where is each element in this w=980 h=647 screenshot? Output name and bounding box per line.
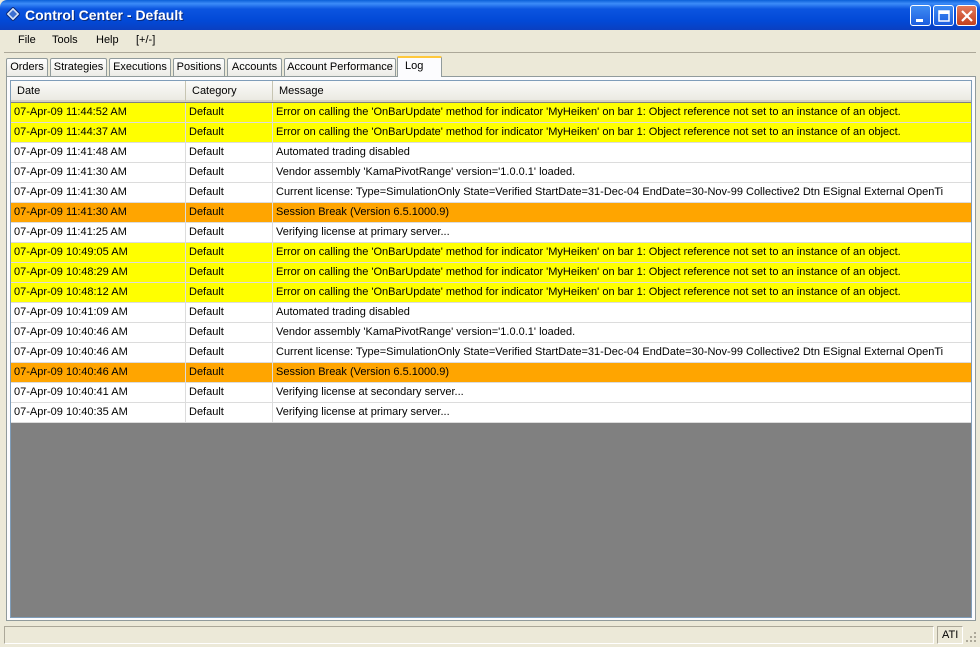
column-header-date[interactable]: Date [11,81,186,102]
cell-date: 07-Apr-09 11:41:30 AM [11,203,186,223]
cell-message: Verifying license at primary server... [276,406,450,418]
cell-date: 07-Apr-09 11:44:37 AM [11,123,186,143]
close-button[interactable] [956,5,977,26]
table-row[interactable]: 07-Apr-09 11:41:30 AM Default Current lice… [11,183,971,203]
cell-message: Error on calling the 'OnBarUpdate' metho… [276,286,901,298]
cell-message: Verifying license at primary server... [276,226,450,238]
tab-account-performance[interactable]: Account Performance [284,58,396,76]
close-icon [961,10,973,22]
table-row[interactable]: 07-Apr-09 10:40:46 AM Default Current lice… [11,343,971,363]
cell-message: Verifying license at secondary server... [276,386,464,398]
cell-category: Default [186,163,273,183]
table-row[interactable]: 07-Apr-09 11:41:48 AM Default Automated tr… [11,143,971,163]
cell-date: 07-Apr-09 11:44:52 AM [11,103,186,123]
cell-category: Default [186,203,273,223]
cell-category: Default [186,323,273,343]
cell-category: Default [186,103,273,123]
cell-date: 07-Apr-09 10:40:46 AM [11,323,186,343]
cell-category: Default [186,303,273,323]
menu-bar: File Tools Help [+/-] [4,30,976,53]
cell-date: 07-Apr-09 10:40:41 AM [11,383,186,403]
menu-tools[interactable]: Tools [52,34,78,46]
table-row[interactable]: 07-Apr-09 11:41:30 AM Default Vendor assem… [11,163,971,183]
cell-category: Default [186,383,273,403]
cell-message: Error on calling the 'OnBarUpdate' metho… [276,266,901,278]
table-row[interactable]: 07-Apr-09 10:40:35 AM Default Verifying li… [11,403,971,423]
cell-category: Default [186,283,273,303]
cell-category: Default [186,343,273,363]
column-header-category[interactable]: Category [186,81,273,102]
cell-category: Default [186,143,273,163]
table-row[interactable]: 07-Apr-09 10:40:41 AM Default Verifying li… [11,383,971,403]
cell-message: Error on calling the 'OnBarUpdate' metho… [276,126,901,138]
grid-header: Date Category Message [11,81,971,102]
cell-date: 07-Apr-09 11:41:25 AM [11,223,186,243]
resize-grip-icon[interactable] [965,631,977,643]
column-header-message[interactable]: Message [273,81,971,102]
cell-message: Error on calling the 'OnBarUpdate' metho… [276,246,901,258]
table-row[interactable]: 07-Apr-09 10:41:09 AM Default Automated tr… [11,303,971,323]
cell-message: Current license: Type=SimulationOnly Sta… [276,186,944,198]
cell-category: Default [186,123,273,143]
table-row[interactable]: 07-Apr-09 11:44:52 AM Default Error on cal… [11,103,971,123]
status-bar: ATI [0,623,980,647]
tab-executions[interactable]: Executions [109,58,171,76]
cell-category: Default [186,403,273,423]
app-icon [6,7,20,21]
cell-date: 07-Apr-09 11:41:48 AM [11,143,186,163]
menu-file[interactable]: File [18,34,36,46]
cell-message: Vendor assembly 'KamaPivotRange' version… [276,166,576,178]
table-row[interactable]: 07-Apr-09 10:48:12 AM Default Error on cal… [11,283,971,303]
status-message-area [4,626,934,644]
cell-message: Automated trading disabled [276,306,410,318]
minimize-icon [916,19,923,22]
menu-toggle[interactable]: [+/-] [136,34,155,46]
table-row[interactable]: 07-Apr-09 10:48:29 AM Default Error on cal… [11,263,971,283]
cell-date: 07-Apr-09 10:40:46 AM [11,363,186,383]
cell-category: Default [186,183,273,203]
tab-log[interactable]: Log [397,56,442,77]
tab-orders[interactable]: Orders [6,58,48,76]
title-bar[interactable]: Control Center - Default [0,0,980,30]
cell-message: Session Break (Version 6.5.1000.9) [276,206,450,218]
cell-category: Default [186,243,273,263]
cell-category: Default [186,363,273,383]
maximize-button[interactable] [933,5,954,26]
cell-date: 07-Apr-09 10:41:09 AM [11,303,186,323]
cell-date: 07-Apr-09 11:41:30 AM [11,163,186,183]
maximize-icon [938,10,950,22]
tab-accounts[interactable]: Accounts [227,58,282,76]
cell-date: 07-Apr-09 10:40:46 AM [11,343,186,363]
table-row[interactable]: 07-Apr-09 11:41:25 AM Default Verifying li… [11,223,971,243]
table-row[interactable]: 07-Apr-09 10:40:46 AM Default Vendor assem… [11,323,971,343]
tab-strip: Orders Strategies Executions Positions A… [6,56,972,77]
cell-category: Default [186,223,273,243]
log-grid[interactable]: Date Category Message 07-Apr-09 11:44:52… [10,80,972,618]
cell-message: Current license: Type=SimulationOnly Sta… [276,346,944,358]
table-row[interactable]: 07-Apr-09 10:40:46 AM Default Session Brea… [11,363,971,383]
cell-message: Error on calling the 'OnBarUpdate' metho… [276,106,901,118]
cell-message: Session Break (Version 6.5.1000.9) [276,366,450,378]
table-row[interactable]: 07-Apr-09 11:44:37 AM Default Error on cal… [11,123,971,143]
tab-strategies[interactable]: Strategies [50,58,107,76]
cell-date: 07-Apr-09 10:48:29 AM [11,263,186,283]
tab-panel: Date Category Message 07-Apr-09 11:44:52… [6,76,976,621]
menu-help[interactable]: Help [96,34,119,46]
cell-message: Vendor assembly 'KamaPivotRange' version… [276,326,576,338]
cell-date: 07-Apr-09 10:49:05 AM [11,243,186,263]
table-row[interactable]: 07-Apr-09 10:49:05 AM Default Error on cal… [11,243,971,263]
cell-date: 07-Apr-09 11:41:30 AM [11,183,186,203]
cell-category: Default [186,263,273,283]
menu-divider [4,52,976,53]
connection-status: ATI [937,626,963,644]
cell-date: 07-Apr-09 10:48:12 AM [11,283,186,303]
cell-message: Automated trading disabled [276,146,410,158]
window-title: Control Center - Default [25,7,183,23]
table-row[interactable]: 07-Apr-09 11:41:30 AM Default Session Brea… [11,203,971,223]
cell-date: 07-Apr-09 10:40:35 AM [11,403,186,423]
minimize-button[interactable] [910,5,931,26]
tab-positions[interactable]: Positions [173,58,225,76]
